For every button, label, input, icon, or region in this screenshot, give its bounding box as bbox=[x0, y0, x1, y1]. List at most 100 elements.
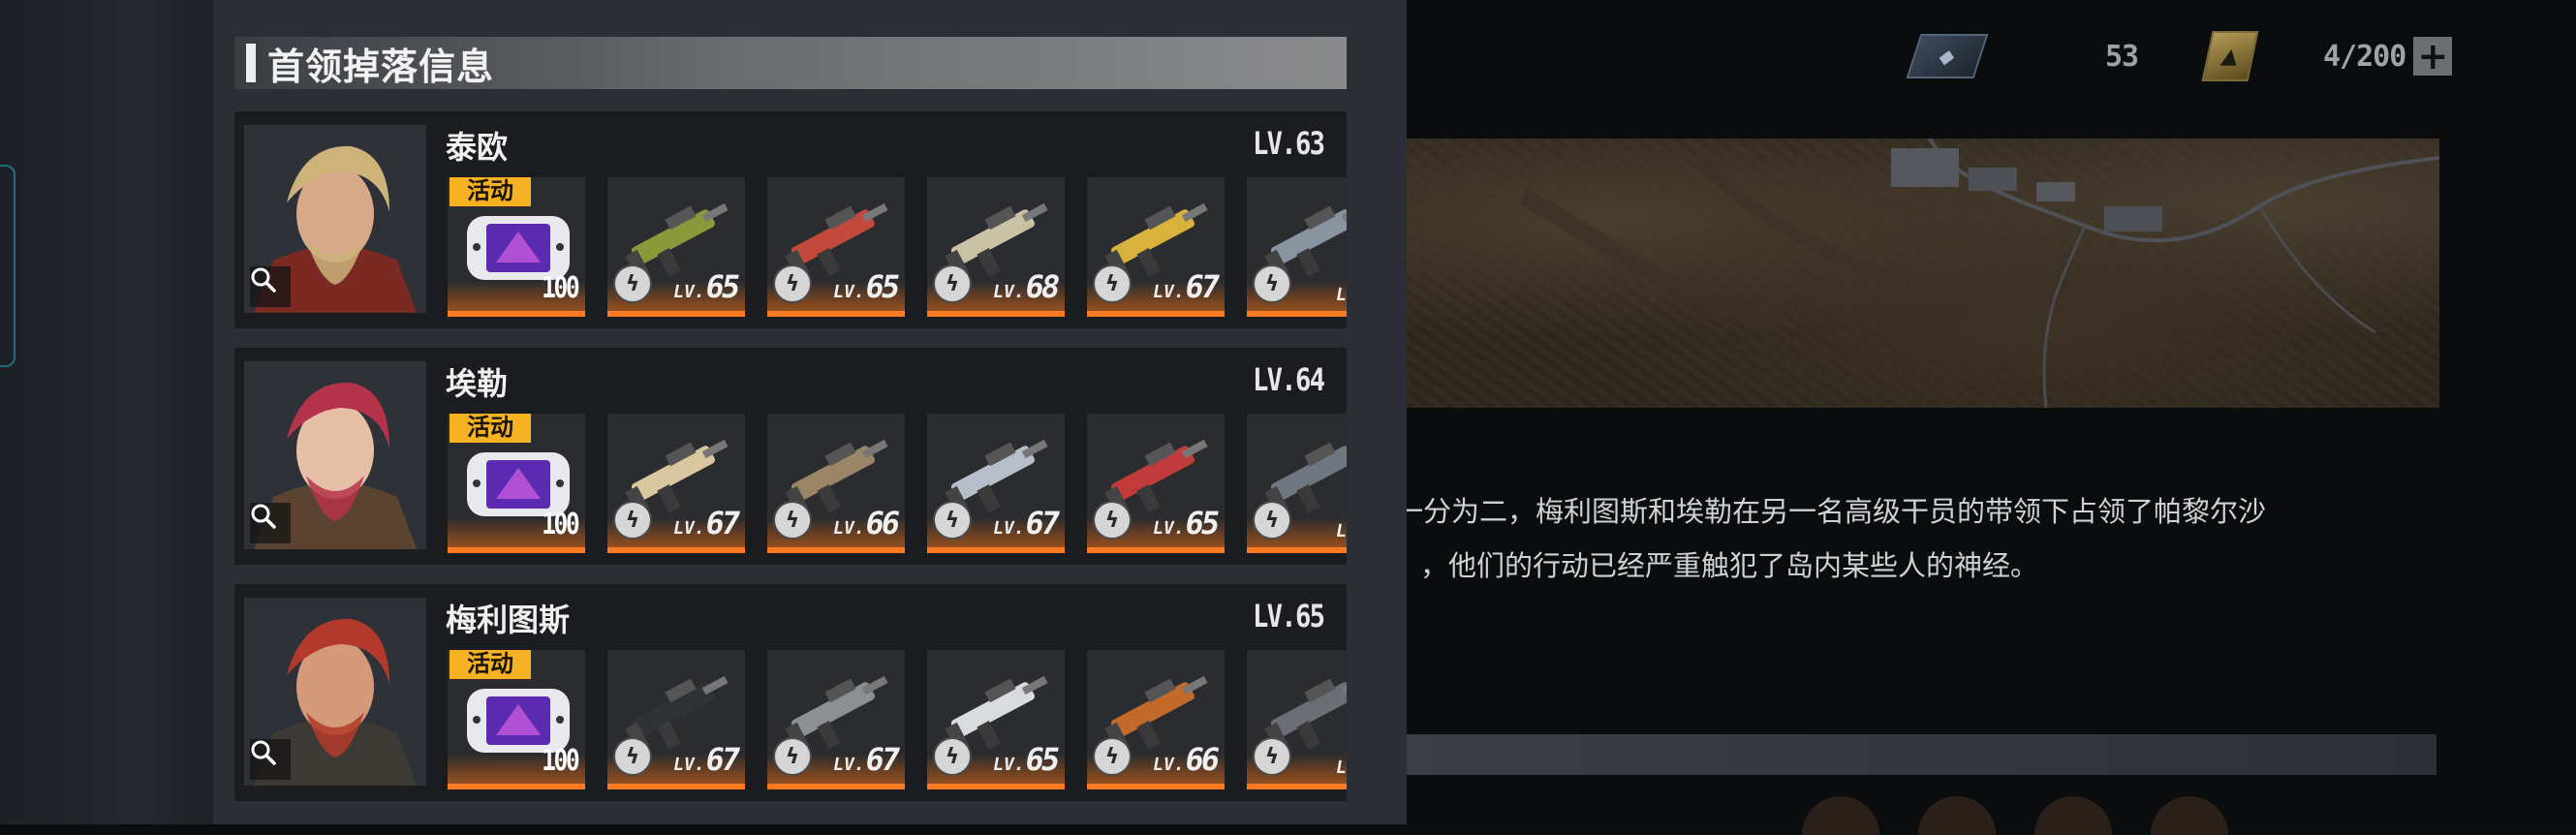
weapon-drop-item[interactable]: ϟ LV.67 bbox=[607, 650, 745, 789]
weapon-level-number: 67 bbox=[1022, 505, 1061, 541]
lightning-icon: ϟ bbox=[1253, 264, 1291, 303]
weapon-level: LV.66 bbox=[1151, 741, 1221, 778]
lightning-icon: ϟ bbox=[773, 501, 812, 540]
weapon-level-prefix: LV. bbox=[991, 755, 1027, 775]
section-header-bar bbox=[1407, 734, 2436, 775]
weapon-level-prefix: LV. bbox=[1151, 755, 1187, 775]
fuel-currency[interactable]: ▲ 4/200 + bbox=[2201, 29, 2453, 83]
weapon-level-prefix: LV. bbox=[671, 282, 707, 302]
portrait-thumb bbox=[1802, 796, 1879, 835]
weapon-drop-item[interactable]: ϟ LV.67 bbox=[927, 414, 1065, 553]
weapon-level: LV.65 bbox=[831, 268, 901, 305]
weapon-level-prefix: LV. bbox=[1151, 518, 1187, 539]
lightning-icon: ϟ bbox=[1093, 737, 1132, 776]
lightning-icon: ϟ bbox=[933, 737, 972, 776]
drop-count: 100 bbox=[541, 508, 580, 541]
boss-level: LV.64 bbox=[1252, 361, 1325, 398]
weapon-level-number: 67 bbox=[702, 741, 741, 778]
header-accent-bar bbox=[246, 44, 256, 82]
lightning-icon: ϟ bbox=[1093, 264, 1132, 303]
weapon-level-number: 67 bbox=[702, 505, 741, 541]
right-content-area bbox=[1407, 0, 2576, 824]
fuel-currency-value: 4/200 bbox=[2323, 39, 2406, 74]
search-icon[interactable] bbox=[250, 739, 291, 780]
lightning-icon: ϟ bbox=[933, 501, 972, 540]
event-tag: 活动 bbox=[450, 177, 531, 206]
event-drop-item[interactable]: 活动 100 bbox=[448, 650, 585, 789]
drop-count: 100 bbox=[541, 271, 580, 305]
boss-portrait[interactable] bbox=[244, 125, 426, 313]
lightning-icon: ϟ bbox=[933, 264, 972, 303]
weapon-drop-item[interactable]: ϟ LV.66 bbox=[1087, 650, 1225, 789]
drop-item-list: 活动 100 ϟ LV.65 ϟ LV.65 ϟ LV.68 ϟ LV.67 ϟ LV. bbox=[448, 177, 1347, 317]
weapon-drop-item[interactable]: ϟ LV.68 bbox=[927, 177, 1065, 317]
boss-name: 泰欧 bbox=[446, 129, 509, 166]
weapon-drop-item[interactable]: ϟ LV.66 bbox=[767, 414, 905, 553]
lightning-icon: ϟ bbox=[773, 264, 812, 303]
lightning-icon: ϟ bbox=[1253, 501, 1291, 540]
panel-header: 首领掉落信息 bbox=[234, 37, 1347, 89]
region-map bbox=[1407, 139, 2439, 408]
weapon-level: LV.68 bbox=[991, 268, 1061, 305]
panel-title: 首领掉落信息 bbox=[267, 45, 495, 88]
story-line-1: 一分为二，梅利图斯和埃勒在另一名高级干员的带领下占领了帕黎尔沙 bbox=[1395, 495, 2267, 528]
weapon-drop-item[interactable]: ϟ LV.65 bbox=[1087, 414, 1225, 553]
lightning-icon: ϟ bbox=[613, 264, 652, 303]
event-tag: 活动 bbox=[450, 414, 531, 443]
weapon-level-prefix: LV. bbox=[831, 518, 867, 539]
weapon-drop-item[interactable]: ϟ LV.67 bbox=[767, 650, 905, 789]
weapon-drop-item[interactable]: ϟ LV. bbox=[1247, 414, 1347, 553]
weapon-level-number: 65 bbox=[1182, 505, 1221, 541]
event-drop-item[interactable]: 活动 100 bbox=[448, 414, 585, 553]
boss-portrait[interactable] bbox=[244, 361, 426, 549]
weapon-level: LV.65 bbox=[671, 268, 740, 305]
weapon-level: LV.66 bbox=[831, 505, 901, 541]
weapon-level-number: 65 bbox=[862, 268, 901, 305]
weapon-level-prefix: LV. bbox=[671, 755, 707, 775]
story-text: 一分为二，梅利图斯和埃勒在另一名高级干员的带领下占领了帕黎尔沙 ，他们的行动已经… bbox=[1395, 484, 2461, 593]
lightning-icon: ϟ bbox=[773, 737, 812, 776]
boss-name: 埃勒 bbox=[446, 365, 509, 402]
lightning-icon: ϟ bbox=[1093, 501, 1132, 540]
weapon-drop-item[interactable]: ϟ LV.65 bbox=[767, 177, 905, 317]
portrait-thumb bbox=[2151, 796, 2228, 835]
add-fuel-button[interactable]: + bbox=[2413, 37, 2453, 76]
left-background bbox=[0, 0, 233, 824]
boss-row: 梅利图斯 LV.65 活动 100 ϟ LV.67 ϟ LV.67 ϟ LV.65 ϟ LV.66 ϟ L… bbox=[234, 584, 1347, 801]
weapon-drop-item[interactable]: ϟ LV.65 bbox=[927, 650, 1065, 789]
left-edge-tab[interactable] bbox=[0, 165, 16, 367]
boss-level: LV.63 bbox=[1252, 125, 1325, 162]
weapon-level: LV.67 bbox=[1151, 268, 1221, 305]
lightning-icon: ϟ bbox=[613, 737, 652, 776]
weapon-level-number: 68 bbox=[1022, 268, 1061, 305]
card-currency[interactable]: ◆ 53 bbox=[1906, 29, 2139, 83]
weapon-drop-item[interactable]: ϟ LV. bbox=[1247, 177, 1347, 317]
event-tag: 活动 bbox=[450, 650, 531, 679]
weapon-level-prefix: LV. bbox=[991, 518, 1027, 539]
weapon-drop-item[interactable]: ϟ LV. bbox=[1247, 650, 1347, 789]
search-icon[interactable] bbox=[250, 503, 291, 543]
weapon-level: LV.67 bbox=[671, 505, 741, 541]
weapon-level-prefix: LV. bbox=[831, 282, 867, 302]
weapon-level: LV.67 bbox=[991, 505, 1061, 541]
boss-name: 梅利图斯 bbox=[446, 602, 571, 638]
weapon-level-prefix: LV. bbox=[1151, 282, 1187, 302]
event-drop-item[interactable]: 活动 100 bbox=[448, 177, 585, 317]
lightning-icon: ϟ bbox=[1253, 737, 1291, 776]
weapon-level-number: 66 bbox=[862, 505, 901, 541]
weapon-level-number: 67 bbox=[1182, 268, 1221, 305]
weapon-level: LV.65 bbox=[1151, 505, 1221, 541]
boss-row: 泰欧 LV.63 活动 100 ϟ LV.65 ϟ LV.65 ϟ LV.68 ϟ LV.67 ϟ LV. bbox=[234, 111, 1347, 328]
weapon-level-prefix: LV. bbox=[671, 518, 707, 539]
portrait-thumb bbox=[2034, 796, 2112, 835]
weapon-drop-item[interactable]: ϟ LV.67 bbox=[607, 414, 745, 553]
weapon-level-number: 66 bbox=[1182, 741, 1221, 778]
boss-portrait[interactable] bbox=[244, 598, 426, 786]
drop-item-list: 活动 100 ϟ LV.67 ϟ LV.67 ϟ LV.65 ϟ LV.66 ϟ LV. bbox=[448, 650, 1347, 789]
weapon-level: LV.65 bbox=[991, 741, 1060, 778]
weapon-level-number: 67 bbox=[862, 741, 901, 778]
weapon-drop-item[interactable]: ϟ LV.67 bbox=[1087, 177, 1225, 317]
search-icon[interactable] bbox=[250, 266, 291, 307]
drop-item-list: 活动 100 ϟ LV.67 ϟ LV.66 ϟ LV.67 ϟ LV.65 ϟ LV. bbox=[448, 414, 1347, 553]
weapon-drop-item[interactable]: ϟ LV.65 bbox=[607, 177, 745, 317]
